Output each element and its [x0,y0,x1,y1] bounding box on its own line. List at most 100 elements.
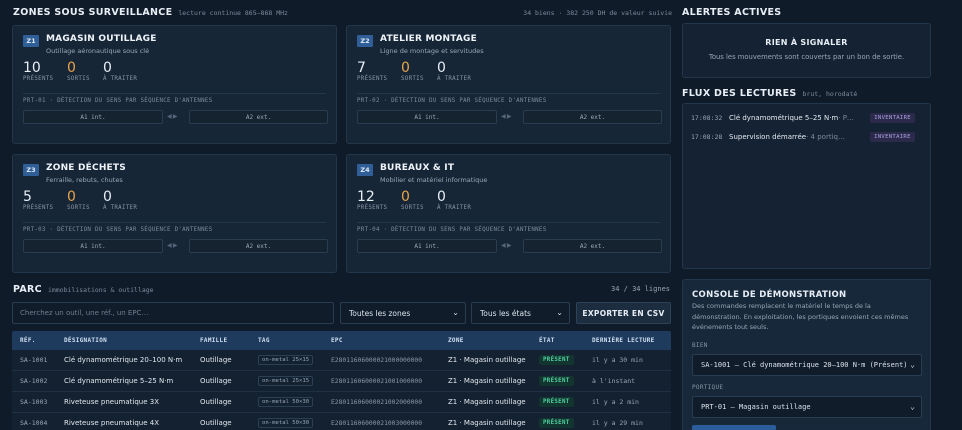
feed-detail: · 4 portiq… [806,133,845,141]
cell-ref: SA-1002 [20,377,48,385]
stat-present-label: PRÉSENTS [357,205,388,211]
cell-designation: Riveteuse pneumatique 3X [64,398,160,406]
stat-sortis: 0 SORTIS [401,189,424,211]
zone-description: Mobilier et matériel informatique [380,176,488,184]
parc-section-title: PARC immobilisations & outillage [13,284,154,295]
zone-description: Ferraille, rebuts, chutes [46,176,123,184]
zones-title-text: ZONES SOUS SURVEILLANCE [13,7,173,18]
zone-badge: Z3 [23,164,39,176]
zone-card-4[interactable]: Z4 BUREAUX & IT Mobilier et matériel inf… [346,154,671,273]
alerts-empty-title: RIEN À SIGNALER [765,38,848,47]
col-tag[interactable]: TAG [258,337,270,344]
state-filter-select[interactable]: Tous les états ⌄ [471,302,570,324]
portal-caption: PRT-02 · DÉTECTION DU SENS PAR SÉQUENCE … [357,98,547,104]
antenna-a1: A1 int. [23,239,163,253]
direction-arrows-icon: ◀ ▶ [501,113,512,120]
stat-sortis-label: SORTIS [401,205,424,211]
cell-last-read: il y a 2 min [592,398,639,406]
stat-present-value: 12 [357,189,375,205]
chevron-down-icon: ⌄ [910,360,915,369]
zones-subtitle: lecture continue 865–868 MHz [178,9,288,17]
col-designation[interactable]: DÉSIGNATION [64,337,107,344]
zone-filter-value: Toutes les zones [349,308,411,318]
col-zone[interactable]: ZONE [448,337,464,344]
stat-present-value: 7 [357,60,366,76]
portal-caption: PRT-04 · DÉTECTION DU SENS PAR SÉQUENCE … [357,227,547,233]
cell-last-read: il y a 29 min [592,419,643,427]
parc-subtitle: immobilisations & outillage [47,286,154,294]
cell-ref: SA-1003 [20,398,48,406]
cell-ref: SA-1004 [20,419,48,427]
alerts-panel: RIEN À SIGNALER Tous les mouvements sont… [682,23,931,78]
table-row[interactable]: SA-1003 Riveteuse pneumatique 3X Outilla… [12,392,671,413]
cell-epc: E28011606000021002000000 [331,399,422,406]
stat-traiter-label: À TRAITER [437,205,472,211]
chevron-down-icon: ⌄ [452,308,459,317]
search-input[interactable]: Cherchez un outil, une réf., un EPC… [12,302,334,324]
cell-zone: Z1 · Magasin outillage [448,377,526,385]
col-ref[interactable]: RÉF. [20,337,36,344]
feed-row: 17:08:32 Clé dynamométrique 5–25 N·m · P… [691,111,922,125]
divider [23,222,326,223]
feed-row: 17:08:28 Supervision démarrée · 4 portiq… [691,130,922,144]
antenna-a1: A1 int. [23,110,163,124]
status-badge: PRÉSENT [539,397,574,407]
feed-section-title: FLUX DES LECTURES brut, horodaté [682,88,857,99]
cell-tag: on-metal 25×15 [258,376,314,386]
zone-card-1[interactable]: Z1 MAGASIN OUTILLAGE Outillage aéronauti… [12,25,337,144]
stat-present-label: PRÉSENTS [23,76,54,82]
col-last-read[interactable]: DERNIÈRE LECTURE [592,337,655,344]
col-famille[interactable]: FAMILLE [200,337,227,344]
cell-tag: on-metal 50×30 [258,418,314,428]
demo-console-panel: CONSOLE DE DÉMONSTRATION Des commandes r… [682,279,931,430]
stat-traiter-value: 0 [437,60,446,76]
zone-card-3[interactable]: Z3 ZONE DÉCHETS Ferraille, rebuts, chute… [12,154,337,273]
status-badge: PRÉSENT [539,418,574,428]
bien-select-value: SA-1001 — Clé dynamométrique 20–100 N·m … [701,361,908,369]
stat-traiter-value: 0 [103,60,112,76]
status-badge: PRÉSENT [539,376,574,386]
antenna-a1: A1 int. [357,239,497,253]
stat-sortis: 0 SORTIS [67,60,90,82]
zones-summary: 34 biens · 382 250 DH de valeur suivie [523,9,672,17]
bien-select[interactable]: SA-1001 — Clé dynamométrique 20–100 N·m … [692,354,922,376]
stat-present: 5 PRÉSENTS [23,189,53,211]
portique-select[interactable]: PRT-01 — Magasin outillage ⌄ [692,396,922,418]
antenna-a2: A2 ext. [523,239,662,253]
feed-tag: INVENTAIRE [870,132,915,142]
stat-traiter-value: 0 [437,189,446,205]
col-epc[interactable]: EPC [331,337,343,344]
stat-traiter: 0 À TRAITER [103,60,137,82]
cell-famille: Outillage [200,398,232,406]
col-etat[interactable]: ÉTAT [539,337,555,344]
chevron-down-icon: ⌄ [910,402,915,411]
cell-tag: on-metal 50×30 [258,397,314,407]
stat-sortis: 0 SORTIS [67,189,90,211]
zone-card-2[interactable]: Z2 ATELIER MONTAGE Ligne de montage et s… [346,25,671,144]
stat-present: 10 PRÉSENTS [23,60,53,82]
table-row[interactable]: SA-1002 Clé dynamométrique 5–25 N·m Outi… [12,371,671,392]
portal-caption: PRT-03 · DÉTECTION DU SENS PAR SÉQUENCE … [23,227,213,233]
cell-designation: Clé dynamométrique 20–100 N·m [64,356,183,364]
console-description: Des commandes remplacent le matériel le … [692,302,909,331]
cell-zone: Z1 · Magasin outillage [448,419,526,427]
table-row[interactable]: SA-1004 Riveteuse pneumatique 4X Outilla… [12,413,671,430]
stat-sortis-value: 0 [67,60,76,76]
state-filter-value: Tous les états [480,308,531,318]
stat-present-value: 5 [23,189,32,205]
antenna-a2: A2 ext. [189,110,328,124]
zone-badge: Z2 [357,35,373,47]
feed-time: 17:08:28 [691,133,723,141]
portique-label: PORTIQUE [692,384,724,391]
cell-zone: Z1 · Magasin outillage [448,356,526,364]
feed-time: 17:08:32 [691,114,723,122]
console-action-button[interactable] [692,425,776,430]
stat-sortis-label: SORTIS [401,76,424,82]
feed-detail: · P… [838,114,854,122]
cell-designation: Clé dynamométrique 5–25 N·m [64,377,174,385]
table-row[interactable]: SA-1001 Clé dynamométrique 20–100 N·m Ou… [12,350,671,371]
chevron-down-icon: ⌄ [556,308,563,317]
parc-count: 34 / 34 lignes [611,285,671,293]
export-csv-button[interactable]: EXPORTER EN CSV [576,302,671,324]
zone-filter-select[interactable]: Toutes les zones ⌄ [340,302,466,324]
